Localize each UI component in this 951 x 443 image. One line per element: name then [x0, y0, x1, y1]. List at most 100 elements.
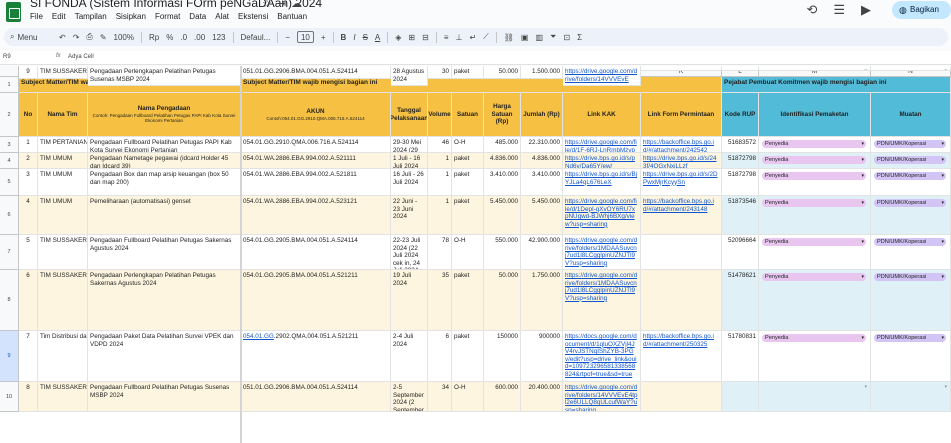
cell-ident[interactable]: Penyedia ▾	[759, 270, 871, 331]
cell-muatan[interactable]: ▾	[871, 66, 951, 71]
cell-satuan[interactable]: paket	[452, 66, 484, 79]
menu-insert[interactable]: Sisipkan	[116, 12, 146, 21]
strikethrough-icon[interactable]: S	[363, 33, 368, 42]
cell-tim[interactable]: TIM UMUM	[38, 169, 88, 196]
cell-ident[interactable]: Penyedia ▾	[759, 169, 871, 196]
italic-icon[interactable]: I	[353, 33, 355, 42]
cell-no[interactable]: 3	[19, 169, 38, 196]
share-button[interactable]: ◍ Bagikan	[892, 1, 951, 19]
undo-icon[interactable]: ↶	[59, 33, 66, 42]
cell-tim[interactable]: TIM SUSSAKERDA	[38, 270, 88, 331]
cell-kak[interactable]: https://drive.bps.go.id/s/pNd6y/Da65Y/ew…	[563, 153, 641, 169]
cell-ident[interactable]: Penyedia ▾	[759, 235, 871, 270]
cell-harga[interactable]: 3.410.000	[484, 169, 521, 196]
cell-tim[interactable]: TIM SUSSAKERDA	[38, 382, 88, 412]
cell-muatan[interactable]: PDN/UMK/Koperasi ▾	[871, 153, 951, 169]
cell-kak[interactable]: https://drive.bps.go.id/s/BjYJLa4qL676Le…	[563, 169, 641, 196]
muatan-dropdown-chip[interactable]: PDN/UMK/Koperasi ▾	[874, 156, 946, 164]
cell-pengadaan[interactable]: Pengadaan Paket Data Pelatihan Survei VP…	[88, 331, 241, 382]
insert-comment-icon[interactable]: ▣	[521, 33, 529, 42]
cell-muatan[interactable]: ▾	[871, 382, 951, 412]
cell-form[interactable]: https://backoffice.bps.go.id/#/attachmen…	[641, 331, 722, 382]
currency-format-button[interactable]: Rp	[149, 33, 159, 42]
cell-no[interactable]: 4	[19, 196, 38, 235]
identifikasi-dropdown-chip[interactable]: Penyedia ▾	[762, 140, 866, 148]
cell-tim[interactable]: TIM UMUM	[38, 196, 88, 235]
menu-help[interactable]: Bantuan	[277, 12, 307, 21]
row-header[interactable]: 9	[0, 331, 19, 382]
cell-pengadaan[interactable]: Pemeliharaan (automatisasi) genset	[88, 196, 241, 235]
cell-no[interactable]: 6	[19, 270, 38, 331]
dropdown-arrow-icon[interactable]: ▾	[864, 68, 867, 70]
name-box[interactable]: R9	[3, 54, 11, 60]
cell-kak[interactable]: https://drive.google.com/file/d/1F-6RJ-L…	[563, 137, 641, 153]
cell-no[interactable]: 8	[19, 382, 38, 412]
row-header[interactable]: 6	[0, 196, 19, 235]
cell-volume[interactable]: 1	[428, 196, 452, 235]
row-header[interactable]: 4	[0, 153, 19, 169]
menu-data[interactable]: Data	[189, 12, 206, 21]
cell-no[interactable]: 9	[19, 66, 38, 79]
decrease-decimal-button[interactable]: .0	[180, 33, 187, 42]
font-select[interactable]: Defaul...	[241, 33, 271, 42]
muatan-dropdown-chip[interactable]: PDN/UMK/Koperasi ▾	[874, 238, 946, 246]
muatan-dropdown-chip[interactable]: PDN/UMK/Koperasi ▾	[874, 172, 946, 180]
history-icon[interactable]: ⟲	[806, 2, 817, 18]
font-size-input[interactable]: 10	[296, 31, 314, 43]
cell-satuan[interactable]: paket	[452, 169, 484, 196]
identifikasi-dropdown-chip[interactable]: Penyedia ▾	[762, 238, 866, 246]
cell-no[interactable]: 5	[19, 235, 38, 270]
formula-input[interactable]: Adya Cell	[68, 54, 94, 60]
text-color-icon[interactable]: A	[375, 33, 380, 42]
cell-jumlah[interactable]: 3.410.000	[521, 169, 563, 196]
cell-muatan[interactable]: PDN/UMK/Koperasi ▾	[871, 270, 951, 331]
filter-icon[interactable]: ⏷	[550, 32, 556, 42]
cell-harga[interactable]: 550.000	[484, 235, 521, 270]
star-icon[interactable]: ☆	[262, 0, 277, 10]
cell-jumlah[interactable]: 20.400.000	[521, 382, 563, 412]
cell-muatan[interactable]: PDN/UMK/Koperasi ▾	[871, 196, 951, 235]
identifikasi-dropdown-chip[interactable]: Penyedia ▾	[762, 273, 866, 281]
cell-tanggal[interactable]: 28 Agustus 2024	[391, 66, 428, 87]
cell-pengadaan[interactable]: Pengadaan Perlengkapan Pelatihan Petugas…	[88, 66, 241, 87]
cell-no[interactable]: 2	[19, 153, 38, 169]
increase-decimal-button[interactable]: .00	[194, 33, 205, 42]
cell-muatan[interactable]: PDN/UMK/Koperasi ▾	[871, 235, 951, 270]
cell-harga[interactable]: 4.836.000	[484, 153, 521, 169]
cell-kak[interactable]: https://docs.google.com/document/d/1qluO…	[563, 331, 641, 382]
identifikasi-dropdown-chip[interactable]: Penyedia ▾	[762, 334, 866, 342]
cell-akun[interactable]: 051.01.GG.2906.BMA.004.051.A.524114	[241, 382, 391, 412]
cell-tanggal[interactable]: 22 Juni - 23 Juni 2024	[391, 196, 428, 235]
horizontal-align-icon[interactable]: ≡	[444, 33, 449, 42]
zoom-select[interactable]: 100%	[114, 33, 134, 42]
muatan-dropdown-chip[interactable]: PDN/UMK/Koperasi ▾	[874, 199, 946, 207]
cell-tim[interactable]: TIM PERTANIAN	[38, 137, 88, 153]
cell-pengadaan[interactable]: Pengadaan Fullboard Pelatihan Petugas Sa…	[88, 235, 241, 270]
row-header[interactable]: 10	[0, 382, 19, 412]
cell-tanggal[interactable]: 29-30 Mei 2024 (29 Mei 2024 cek in, 31 M…	[391, 137, 428, 153]
text-rotation-icon[interactable]: ⟋	[483, 32, 489, 42]
insert-chart-icon[interactable]: ▥	[535, 33, 543, 42]
cell-satuan[interactable]: paket	[452, 153, 484, 169]
functions-icon[interactable]: Σ	[577, 33, 582, 42]
row-header[interactable]: 8	[0, 270, 19, 331]
cell-volume[interactable]: 34	[428, 382, 452, 412]
cell-akun[interactable]: 054.01.WA.2886.EBA.994.002.A.523121	[241, 196, 391, 235]
row-header[interactable]: 1	[0, 77, 19, 93]
row-header[interactable]: 3	[0, 137, 19, 153]
menu-format[interactable]: Format	[155, 12, 180, 21]
cell-pengadaan[interactable]: Pengadaan Perlengkapan Pelatihan Petugas…	[88, 270, 241, 331]
cell-no[interactable]: 7	[19, 331, 38, 382]
cell-akun[interactable]: 054.01.WA.2886.EBA.994.002.A.521811	[241, 169, 391, 196]
row-header[interactable]: 5	[0, 169, 19, 196]
cell-no[interactable]: 1	[19, 137, 38, 153]
cell-tim[interactable]: Tim Distribusi dan	[38, 331, 88, 382]
akun-link[interactable]: 054.01.GG	[243, 333, 274, 340]
cell-akun[interactable]: 054.01.GG.2905.BMA.004.051.A.521211	[241, 270, 391, 331]
cell-pengadaan[interactable]: Pengadaan Nametage pegawai (idcard Holde…	[88, 153, 241, 169]
cell-form[interactable]: https://backoffice.bps.go.id/#/attachmen…	[641, 196, 722, 235]
cell-rup[interactable]: 51873546	[722, 196, 759, 235]
dropdown-arrow-icon[interactable]: ▾	[864, 384, 867, 392]
dropdown-arrow-icon[interactable]: ▾	[944, 68, 947, 70]
cell-ident[interactable]: ▾	[759, 66, 871, 71]
